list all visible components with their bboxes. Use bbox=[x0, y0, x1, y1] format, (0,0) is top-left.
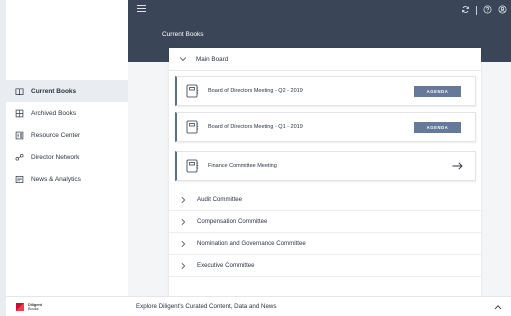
sidebar: Current Books Archived Books Resource Ce… bbox=[6, 0, 129, 316]
brand-name: Diligent bbox=[28, 302, 42, 307]
meeting-title: Finance Committee Meeting bbox=[208, 163, 277, 169]
brand-sub: Books bbox=[28, 306, 39, 311]
resource-icon bbox=[15, 131, 24, 140]
arrow-right-icon[interactable] bbox=[452, 162, 463, 170]
committee-item-nomination-governance[interactable]: Nomination and Governance Committee bbox=[169, 233, 481, 255]
sidebar-item-news-analytics[interactable]: News & Analytics bbox=[6, 168, 128, 190]
sidebar-top-area bbox=[6, 0, 128, 76]
committee-label: Compensation Committee bbox=[197, 218, 268, 225]
divider bbox=[476, 5, 477, 15]
sidebar-nav: Current Books Archived Books Resource Ce… bbox=[6, 80, 128, 190]
section-title: Main Board bbox=[196, 55, 229, 63]
sidebar-item-archived-books[interactable]: Archived Books bbox=[6, 102, 128, 124]
explore-text: Explore Diligent's Curated Content, Data… bbox=[136, 303, 277, 310]
sidebar-item-director-network[interactable]: Director Network bbox=[6, 146, 128, 168]
sidebar-item-label: Current Books bbox=[31, 87, 77, 95]
committee-item-audit[interactable]: Audit Committee bbox=[169, 189, 481, 211]
chevron-up-icon[interactable] bbox=[494, 304, 502, 310]
top-bar bbox=[128, 0, 511, 20]
agenda-button[interactable]: AGENDA bbox=[414, 121, 461, 133]
chevron-right-icon bbox=[181, 218, 186, 225]
agenda-button[interactable]: AGENDA bbox=[414, 85, 461, 97]
meeting-title: Board of Directors Meeting - Q2 - 2019 bbox=[208, 88, 303, 94]
committee-item-executive[interactable]: Executive Committee bbox=[169, 255, 481, 277]
app-window: Current Books Archived Books Resource Ce… bbox=[6, 0, 511, 316]
section-main-board[interactable]: Main Board bbox=[169, 48, 481, 71]
news-icon bbox=[15, 175, 24, 184]
books-panel: Main Board Board of Directors Meeting - … bbox=[169, 48, 481, 296]
meeting-card-finance-committee[interactable]: Finance Committee Meeting bbox=[175, 151, 476, 181]
sidebar-item-resource-center[interactable]: Resource Center bbox=[6, 124, 128, 146]
committee-item-compensation[interactable]: Compensation Committee bbox=[169, 211, 481, 233]
explore-bar[interactable]: Explore Diligent's Curated Content, Data… bbox=[128, 296, 511, 316]
committee-label: Executive Committee bbox=[197, 262, 255, 269]
meeting-card-q1-2019[interactable]: Board of Directors Meeting - Q1 - 2019 A… bbox=[175, 112, 476, 142]
brand-logo: Diligent Books bbox=[6, 296, 128, 316]
sidebar-item-label: Archived Books bbox=[31, 109, 77, 117]
help-icon[interactable] bbox=[483, 1, 492, 19]
meeting-book-icon bbox=[186, 84, 199, 98]
committee-list: Audit Committee Compensation Committee N… bbox=[169, 189, 481, 277]
page-title: Current Books bbox=[162, 31, 204, 38]
sidebar-item-label: Resource Center bbox=[31, 131, 81, 139]
committee-label: Audit Committee bbox=[197, 196, 243, 203]
sidebar-item-label: Director Network bbox=[31, 153, 80, 161]
meeting-card-q2-2019[interactable]: Board of Directors Meeting - Q2 - 2019 A… bbox=[175, 76, 476, 106]
meeting-title: Board of Directors Meeting - Q1 - 2019 bbox=[208, 124, 303, 130]
sync-icon[interactable] bbox=[461, 1, 470, 19]
chevron-right-icon bbox=[181, 196, 186, 203]
committee-label: Nomination and Governance Committee bbox=[197, 240, 306, 247]
book-open-icon bbox=[15, 87, 24, 96]
archive-icon bbox=[15, 109, 24, 118]
menu-icon[interactable] bbox=[137, 5, 146, 12]
chevron-right-icon bbox=[181, 262, 186, 269]
user-icon[interactable] bbox=[498, 1, 507, 19]
chevron-right-icon bbox=[181, 240, 186, 247]
meeting-book-icon bbox=[186, 159, 199, 173]
top-actions bbox=[461, 4, 507, 16]
network-icon bbox=[15, 153, 24, 162]
sidebar-item-label: News & Analytics bbox=[31, 175, 81, 183]
sidebar-item-current-books[interactable]: Current Books bbox=[6, 80, 128, 102]
diligent-logo-icon bbox=[16, 302, 24, 311]
chevron-down-icon bbox=[179, 57, 187, 61]
meeting-book-icon bbox=[186, 120, 199, 134]
